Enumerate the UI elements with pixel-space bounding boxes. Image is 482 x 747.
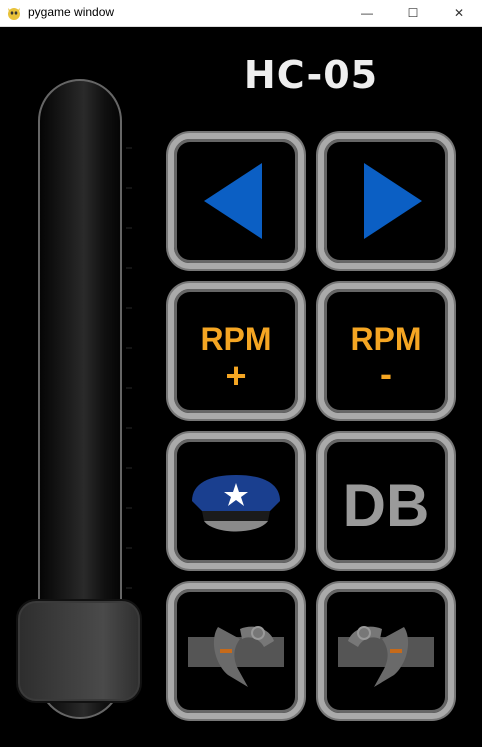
rpm-up-label: RPM bbox=[200, 321, 272, 357]
maximize-button[interactable]: ☐ bbox=[390, 0, 436, 26]
rpm-down-sign: - bbox=[380, 353, 392, 394]
page-title: HC-05 bbox=[243, 53, 379, 97]
window-title: pygame window bbox=[28, 5, 115, 19]
left-button[interactable] bbox=[168, 133, 304, 269]
close-button[interactable]: ✕ bbox=[436, 0, 482, 26]
rpm-up-button[interactable]: RPM + bbox=[168, 283, 304, 419]
pygame-app-icon bbox=[8, 8, 20, 20]
title-bar: pygame window — ☐ ✕ bbox=[0, 0, 482, 27]
pygame-canvas: HC-05 RPM + RPM - DB bbox=[0, 27, 482, 747]
left-turn-signal-icon bbox=[188, 626, 284, 687]
db-label: DB bbox=[342, 472, 430, 539]
throttle-handle[interactable] bbox=[16, 599, 142, 703]
right-button[interactable] bbox=[318, 133, 454, 269]
left-signal-button[interactable] bbox=[168, 583, 304, 719]
left-arrow-icon bbox=[204, 163, 262, 239]
police-cap-icon bbox=[192, 475, 280, 532]
rpm-down-button[interactable]: RPM - bbox=[318, 283, 454, 419]
minimize-button[interactable]: — bbox=[344, 0, 390, 26]
throttle-ticks bbox=[124, 147, 134, 667]
right-arrow-icon bbox=[364, 163, 422, 239]
rpm-up-sign: + bbox=[225, 355, 247, 396]
police-button[interactable] bbox=[168, 433, 304, 569]
right-signal-button[interactable] bbox=[318, 583, 454, 719]
right-turn-signal-icon bbox=[338, 626, 434, 687]
db-button[interactable]: DB bbox=[318, 433, 454, 569]
